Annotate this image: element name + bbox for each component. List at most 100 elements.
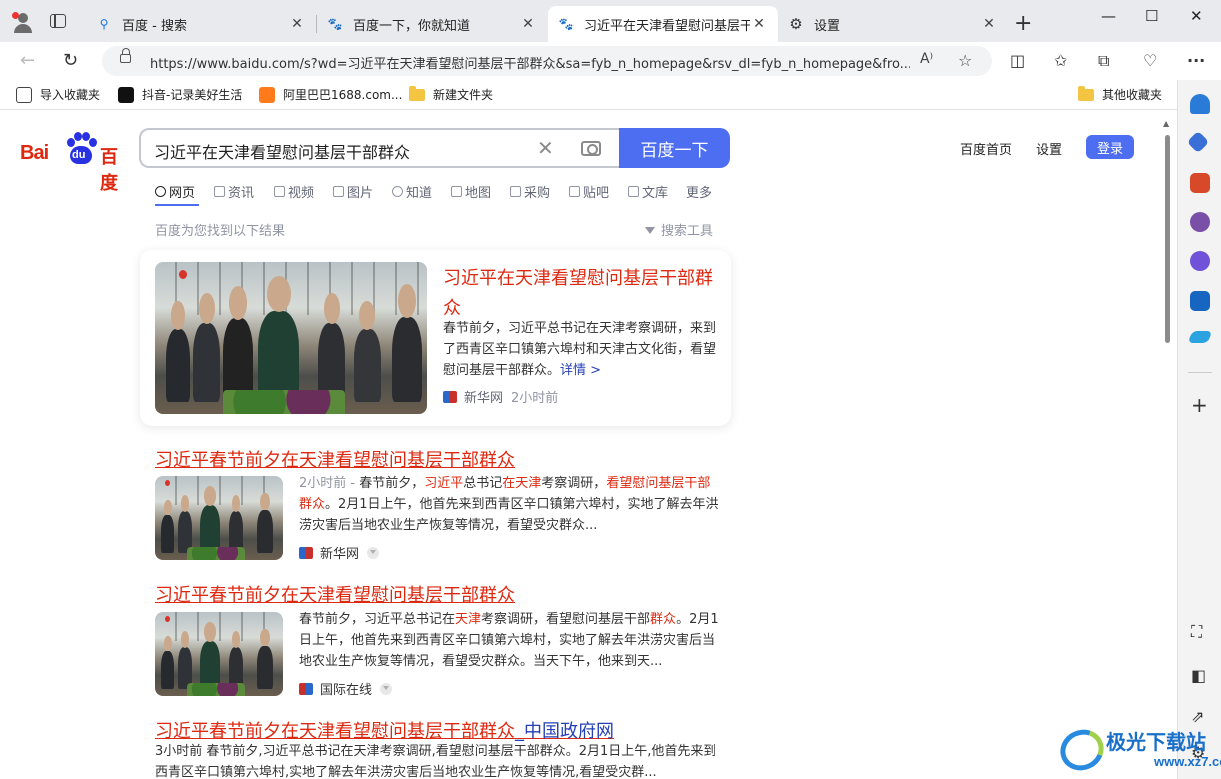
fav-new-folder[interactable]: 新建文件夹 bbox=[409, 85, 493, 103]
tab-news[interactable]: 资讯 bbox=[214, 182, 254, 201]
cri-logo-icon bbox=[299, 682, 313, 695]
scroll-up-arrow[interactable]: ▲ bbox=[1163, 119, 1169, 128]
link-baidu-home[interactable]: 百度首页 bbox=[960, 139, 1012, 158]
tab-webpage[interactable]: 网页 bbox=[155, 182, 195, 201]
address-bar[interactable]: https://www.baidu.com/s?wd=习近平在天津看望慰问基层干… bbox=[102, 46, 992, 76]
shop-icon bbox=[510, 186, 521, 197]
fav-alibaba[interactable]: 阿里巴巴1688.com... bbox=[259, 86, 402, 103]
tab-baidu-home[interactable]: 🐾 百度一下，你就知道 ✕ bbox=[317, 6, 547, 42]
close-window-button[interactable]: ✕ bbox=[1190, 7, 1203, 25]
login-button[interactable]: 登录 bbox=[1086, 135, 1134, 159]
folder-icon bbox=[409, 85, 425, 101]
sidebar-toggle-icon[interactable]: ◧ bbox=[1191, 666, 1206, 685]
close-tab-icon[interactable]: ✕ bbox=[519, 16, 537, 32]
close-tab-icon[interactable]: ✕ bbox=[750, 16, 768, 32]
tab-video[interactable]: 视频 bbox=[274, 182, 314, 201]
watermark-logo-icon bbox=[1053, 722, 1111, 778]
card-title-link[interactable]: 习近平在天津看望慰问基层干部群众 bbox=[443, 264, 723, 324]
tab-active-search[interactable]: 🐾 习近平在天津看望慰问基层干部 ✕ bbox=[548, 6, 778, 42]
outlook-icon[interactable] bbox=[1190, 291, 1210, 311]
baidu-paw-icon: 🐾 bbox=[327, 17, 343, 31]
fav-douyin[interactable]: 抖音-记录美好生活 bbox=[118, 86, 242, 103]
folder-icon bbox=[1078, 85, 1094, 101]
favorites-bar: 导入收藏夹 抖音-记录美好生活 阿里巴巴1688.com... 新建文件夹 其他… bbox=[0, 80, 1221, 110]
collections-icon[interactable]: ⧉ bbox=[1098, 51, 1109, 71]
close-tab-icon[interactable]: ✕ bbox=[980, 16, 998, 32]
details-link[interactable]: 详情 > bbox=[560, 363, 601, 378]
search-button[interactable]: 百度一下 bbox=[619, 128, 730, 168]
link-settings[interactable]: 设置 bbox=[1036, 139, 1062, 158]
shopping-tag-icon[interactable] bbox=[1186, 130, 1210, 154]
notification-bell-icon[interactable] bbox=[1190, 94, 1210, 114]
games-icon[interactable] bbox=[1190, 212, 1210, 232]
result-1-title-link[interactable]: 习近平春节前夕在天津看望慰问基层干部群众 bbox=[155, 446, 515, 472]
result-3-description-line2: 西青区辛口镇第六埠村,实地了解去年洪涝灾害后当地农业生产恢复等情况,看望受灾群.… bbox=[155, 765, 657, 779]
search-tools-button[interactable]: 搜索工具 bbox=[645, 220, 713, 239]
title-bar: ⚲ 百度 - 搜索 ✕ 🐾 百度一下，你就知道 ✕ 🐾 习近平在天津看望慰问基层… bbox=[0, 0, 1221, 42]
results-count-text: 百度为您找到以下结果 bbox=[155, 224, 286, 239]
news-icon bbox=[214, 186, 225, 197]
tab-images[interactable]: 图片 bbox=[333, 182, 373, 201]
tab-baidu-search[interactable]: ⚲ 百度 - 搜索 ✕ bbox=[86, 6, 316, 42]
site-watermark: 极光下载站 www.xz7.com bbox=[1053, 720, 1221, 778]
result-1-description: 2小时前 - 春节前夕，习近平总书记在天津考察调研，看望慰问基层干部群众。2月1… bbox=[299, 476, 719, 533]
new-tab-button[interactable]: + bbox=[1014, 11, 1032, 36]
tab-map[interactable]: 地图 bbox=[451, 182, 491, 201]
telegram-send-icon[interactable] bbox=[1187, 331, 1213, 343]
address-toolbar: ← ↻ https://www.baidu.com/s?wd=习近平在天津看望慰… bbox=[0, 42, 1221, 80]
tab-settings[interactable]: ⚙ 设置 ✕ bbox=[778, 6, 1008, 42]
filter-icon bbox=[645, 227, 655, 234]
card-description: 春节前夕，习近平总书记在天津考察调研，来到了西青区辛口镇第六埠村和天津古文化街，… bbox=[443, 321, 717, 378]
fav-other-folder[interactable]: 其他收藏夹 bbox=[1078, 85, 1162, 103]
baidu-logo[interactable]: Bai du 百度 bbox=[20, 132, 125, 194]
document-icon bbox=[628, 186, 639, 197]
video-icon bbox=[274, 186, 285, 197]
chevron-down-icon[interactable] bbox=[367, 546, 380, 559]
refresh-button[interactable]: ↻ bbox=[63, 50, 78, 71]
search-input[interactable]: 习近平在天津看望慰问基层干部群众 ✕ bbox=[139, 128, 621, 168]
alibaba-icon bbox=[259, 86, 275, 103]
card-source: 新华网 2小时前 bbox=[443, 387, 558, 406]
result-3-title-link[interactable]: 习近平春节前夕在天津看望慰问基层干部群众_中国政府网 bbox=[155, 717, 614, 743]
more-menu-icon[interactable]: ··· bbox=[1187, 51, 1205, 70]
maximize-button[interactable]: ☐ bbox=[1145, 7, 1158, 25]
add-sidebar-app-icon[interactable]: + bbox=[1191, 393, 1208, 417]
tab-tieba[interactable]: 贴吧 bbox=[569, 182, 609, 201]
fav-import[interactable]: 导入收藏夹 bbox=[16, 86, 100, 103]
split-screen-icon[interactable]: ◫ bbox=[1010, 51, 1025, 70]
edge-sidebar: + ⛶ ◧ ⇗ ⚙ bbox=[1177, 80, 1221, 779]
clear-icon[interactable]: ✕ bbox=[537, 136, 554, 160]
chevron-down-icon[interactable] bbox=[380, 682, 393, 695]
news-photo[interactable] bbox=[155, 262, 427, 414]
favorites-icon[interactable]: ✩ bbox=[1054, 51, 1067, 70]
result-1-source[interactable]: 新华网 bbox=[299, 543, 380, 562]
camera-icon[interactable] bbox=[581, 141, 601, 156]
tab-actions-icon[interactable] bbox=[50, 14, 66, 28]
favorite-star-icon[interactable]: ☆ bbox=[958, 51, 972, 70]
browser-essentials-icon[interactable]: ♡ bbox=[1143, 51, 1157, 70]
baidu-paw-icon: du bbox=[64, 132, 98, 166]
minimize-button[interactable]: — bbox=[1101, 7, 1116, 25]
read-aloud-icon[interactable]: A⁾ bbox=[920, 51, 933, 67]
close-tab-icon[interactable]: ✕ bbox=[288, 16, 306, 32]
tieba-icon bbox=[569, 186, 580, 197]
result-1-thumbnail[interactable] bbox=[155, 476, 283, 560]
tab-more[interactable]: 更多 bbox=[686, 182, 712, 201]
result-2-source[interactable]: 国际在线 bbox=[299, 679, 393, 698]
page-scrollbar-thumb[interactable] bbox=[1165, 135, 1170, 343]
tools-briefcase-icon[interactable] bbox=[1190, 173, 1210, 193]
tab-procurement[interactable]: 采购 bbox=[510, 182, 550, 201]
copilot-icon[interactable] bbox=[1190, 251, 1210, 271]
xinhua-logo-icon bbox=[443, 390, 457, 403]
result-2-thumbnail[interactable] bbox=[155, 612, 283, 696]
gear-icon: ⚙ bbox=[789, 15, 803, 33]
result-2-title-link[interactable]: 习近平春节前夕在天津看望慰问基层干部群众 bbox=[155, 581, 515, 607]
tab-wenku[interactable]: 文库 bbox=[628, 182, 668, 201]
profile-avatar-icon[interactable] bbox=[10, 10, 36, 36]
tab-zhidao[interactable]: 知道 bbox=[392, 182, 432, 201]
screenshot-icon[interactable]: ⛶ bbox=[1191, 622, 1202, 642]
back-button[interactable]: ← bbox=[20, 50, 35, 71]
lock-icon[interactable] bbox=[120, 48, 131, 63]
image-icon bbox=[333, 186, 344, 197]
xinhua-logo-icon bbox=[299, 546, 313, 559]
